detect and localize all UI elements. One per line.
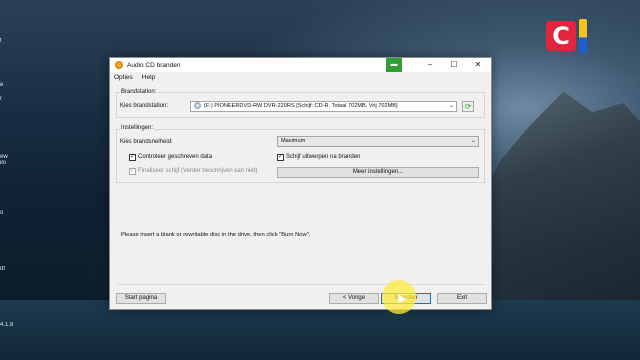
desktop-label[interactable]: df — [0, 266, 14, 272]
title-bar[interactable]: Audio CD branden ▬ – ☐ ✕ — [110, 58, 491, 72]
verify-checkbox[interactable]: ✓ — [129, 154, 136, 161]
drive-select[interactable]: (F:) PIONEERDVD-RW DVR-220RS [Schijf: CD… — [190, 101, 457, 112]
finalize-checkbox: ✓ — [129, 168, 136, 175]
speed-select[interactable]: Maximum ⌄ — [277, 136, 479, 147]
eject-checkbox[interactable]: ✓ — [277, 154, 284, 161]
desktop-label[interactable]: ilo — [0, 160, 14, 166]
desktop-label[interactable]: e — [0, 82, 14, 88]
brandstation-group-title: Brandstation: — [120, 89, 158, 95]
eject-label[interactable]: Schijf uitwerpen na branden — [286, 154, 360, 160]
exit-button[interactable]: Exit — [437, 293, 487, 304]
minimize-to-tray-button[interactable]: ▬ — [386, 58, 402, 72]
drive-select-value: (F:) PIONEERDVD-RW DVR-220RS [Schijf: CD… — [204, 103, 398, 109]
drive-label: Kies brandstation: — [120, 103, 169, 109]
menu-bar: Opties Help — [110, 72, 491, 83]
desktop-label[interactable]: o — [0, 210, 14, 216]
verify-label[interactable]: Controleer geschreven data — [138, 154, 212, 160]
app-icon — [115, 61, 123, 69]
finalize-label: Finaliseer schijf (Verder beschrijven ka… — [138, 168, 258, 174]
chevron-down-icon: ⌄ — [470, 138, 476, 144]
window-title: Audio CD branden — [127, 61, 181, 69]
maximize-button[interactable]: ☐ — [442, 58, 466, 72]
desktop-label[interactable]: t — [0, 38, 14, 44]
disc-icon — [194, 102, 201, 110]
chevron-down-icon: ⌄ — [448, 103, 454, 109]
refresh-drives-button[interactable]: ⟳ — [462, 101, 474, 112]
desktop-label[interactable]: r — [0, 96, 14, 102]
audio-cd-window: Audio CD branden ▬ – ☐ ✕ Opties Help Bra… — [109, 57, 492, 310]
logo-bar-icon — [579, 19, 587, 53]
wallpaper-mountain — [470, 91, 640, 310]
channel-logo: C — [546, 16, 594, 56]
start-page-button[interactable]: Start pagina — [116, 293, 166, 304]
menu-help[interactable]: Help — [142, 74, 155, 81]
instellingen-group-title: Instellingen: — [120, 125, 155, 131]
minimize-button[interactable]: – — [418, 58, 442, 72]
more-settings-button[interactable]: Meer instellingen... — [277, 167, 479, 178]
footer-divider — [116, 284, 485, 285]
speed-select-value: Maximum — [281, 138, 306, 144]
close-button[interactable]: ✕ — [466, 58, 490, 72]
back-button[interactable]: < Vorige — [329, 293, 379, 304]
speed-label: Kies brandsnelheid: — [120, 139, 173, 145]
logo-c-icon: C — [546, 21, 576, 51]
desktop-label[interactable]: 4.1.8 — [0, 322, 14, 328]
menu-opties[interactable]: Opties — [114, 74, 133, 81]
insert-disc-message: Please insert a blank or rewritable disc… — [121, 232, 311, 238]
